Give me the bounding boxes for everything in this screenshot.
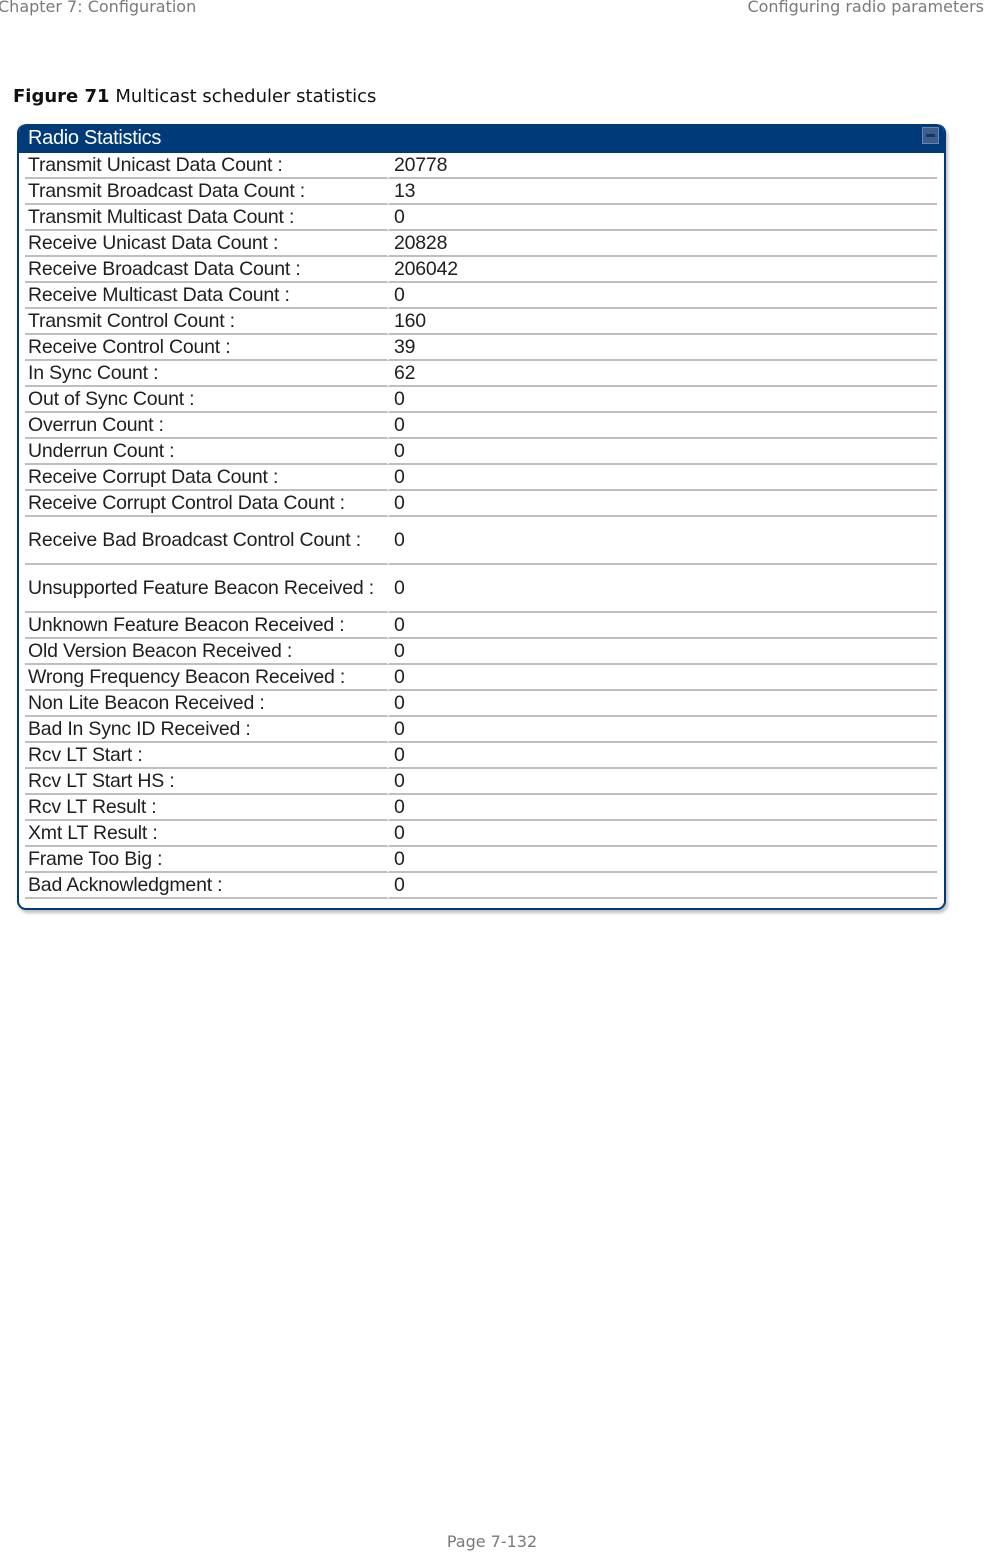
table-row: Receive Unicast Data Count :20828 — [25, 231, 937, 257]
panel-header: Radio Statistics — [19, 124, 944, 153]
stat-label: Overrun Count : — [25, 413, 389, 439]
stat-value: 20828 — [389, 231, 937, 257]
stat-value: 0 — [389, 283, 937, 309]
stat-value: 160 — [389, 309, 937, 335]
table-row: Rcv LT Result :0 — [25, 795, 937, 821]
stat-label: Receive Bad Broadcast Control Count : — [25, 517, 389, 565]
panel-title: Radio Statistics — [28, 127, 162, 149]
table-row: Receive Corrupt Data Count :0 — [25, 465, 937, 491]
stat-value: 0 — [389, 743, 937, 769]
stat-value: 0 — [389, 821, 937, 847]
stat-label: Receive Corrupt Data Count : — [25, 465, 389, 491]
chapter-title: Chapter 7: Configuration — [0, 0, 197, 16]
stat-label: In Sync Count : — [25, 361, 389, 387]
stat-label: Underrun Count : — [25, 439, 389, 465]
stat-label: Rcv LT Start HS : — [25, 769, 389, 795]
table-row: Transmit Unicast Data Count :20778 — [25, 153, 937, 179]
figure-number: Figure 71 — [13, 86, 110, 107]
table-row: Bad In Sync ID Received :0 — [25, 717, 937, 743]
stat-value: 0 — [389, 439, 937, 465]
stat-label: Xmt LT Result : — [25, 821, 389, 847]
stat-label: Bad In Sync ID Received : — [25, 717, 389, 743]
table-row: Bad Acknowledgment :0 — [25, 873, 937, 899]
table-row: Wrong Frequency Beacon Received :0 — [25, 665, 937, 691]
section-title: Configuring radio parameters — [747, 0, 984, 16]
stat-value: 0 — [389, 205, 937, 231]
table-row: Unknown Feature Beacon Received :0 — [25, 613, 937, 639]
stat-label: Receive Broadcast Data Count : — [25, 257, 389, 283]
stat-value: 0 — [389, 413, 937, 439]
table-row: Receive Corrupt Control Data Count :0 — [25, 491, 937, 517]
table-row: Out of Sync Count :0 — [25, 387, 937, 413]
stat-label: Transmit Unicast Data Count : — [25, 153, 389, 179]
stat-label: Receive Multicast Data Count : — [25, 283, 389, 309]
stat-value: 0 — [389, 691, 937, 717]
stat-label: Wrong Frequency Beacon Received : — [25, 665, 389, 691]
stat-label: Receive Corrupt Control Data Count : — [25, 491, 389, 517]
stat-label: Receive Unicast Data Count : — [25, 231, 389, 257]
stat-label: Unsupported Feature Beacon Received : — [25, 565, 389, 613]
stat-label: Unknown Feature Beacon Received : — [25, 613, 389, 639]
stat-label: Transmit Broadcast Data Count : — [25, 179, 389, 205]
stat-label: Transmit Multicast Data Count : — [25, 205, 389, 231]
table-row: Underrun Count :0 — [25, 439, 937, 465]
stat-label: Out of Sync Count : — [25, 387, 389, 413]
radio-statistics-table: Transmit Unicast Data Count :20778 Transm… — [25, 153, 937, 899]
stat-value: 0 — [389, 565, 937, 613]
stat-value: 0 — [389, 387, 937, 413]
stat-value: 0 — [389, 847, 937, 873]
stat-label: Rcv LT Result : — [25, 795, 389, 821]
table-row: Transmit Control Count :160 — [25, 309, 937, 335]
stat-value: 206042 — [389, 257, 937, 283]
stat-value: 0 — [389, 491, 937, 517]
stat-label: Old Version Beacon Received : — [25, 639, 389, 665]
stat-value: 0 — [389, 769, 937, 795]
stat-value: 20778 — [389, 153, 937, 179]
stat-label: Transmit Control Count : — [25, 309, 389, 335]
stat-label: Frame Too Big : — [25, 847, 389, 873]
table-row: Non Lite Beacon Received :0 — [25, 691, 937, 717]
radio-statistics-panel: Radio Statistics Transmit Unicast Data C… — [17, 124, 946, 910]
stat-value: 0 — [389, 665, 937, 691]
table-row: Receive Multicast Data Count :0 — [25, 283, 937, 309]
stat-label: Receive Control Count : — [25, 335, 389, 361]
table-row: Old Version Beacon Received :0 — [25, 639, 937, 665]
stat-value: 13 — [389, 179, 937, 205]
running-header: Chapter 7: Configuration Configuring rad… — [0, 0, 984, 21]
stat-value: 0 — [389, 517, 937, 565]
table-row: Receive Broadcast Data Count :206042 — [25, 257, 937, 283]
stat-value: 0 — [389, 717, 937, 743]
table-row: Unsupported Feature Beacon Received :0 — [25, 565, 937, 613]
stat-value: 0 — [389, 795, 937, 821]
stat-value: 62 — [389, 361, 937, 387]
stat-value: 0 — [389, 873, 937, 899]
table-row: In Sync Count :62 — [25, 361, 937, 387]
stat-label: Bad Acknowledgment : — [25, 873, 389, 899]
table-row: Xmt LT Result :0 — [25, 821, 937, 847]
table-row: Frame Too Big :0 — [25, 847, 937, 873]
stat-label: Rcv LT Start : — [25, 743, 389, 769]
table-row: Transmit Broadcast Data Count :13 — [25, 179, 937, 205]
stat-label: Non Lite Beacon Received : — [25, 691, 389, 717]
page-number: Page 7-132 — [446, 1532, 538, 1551]
stat-value: 0 — [389, 639, 937, 665]
stat-value: 0 — [389, 465, 937, 491]
minus-box-icon[interactable] — [922, 127, 939, 144]
table-row: Overrun Count :0 — [25, 413, 937, 439]
stat-value: 39 — [389, 335, 937, 361]
figure-caption-text: Multicast scheduler statistics — [115, 86, 377, 107]
table-row: Transmit Multicast Data Count :0 — [25, 205, 937, 231]
table-row: Receive Bad Broadcast Control Count :0 — [25, 517, 937, 565]
stat-value: 0 — [389, 613, 937, 639]
table-row: Receive Control Count :39 — [25, 335, 937, 361]
figure-caption: Figure 71 Multicast scheduler statistics — [13, 86, 376, 107]
table-row: Rcv LT Start HS :0 — [25, 769, 937, 795]
table-row: Rcv LT Start :0 — [25, 743, 937, 769]
